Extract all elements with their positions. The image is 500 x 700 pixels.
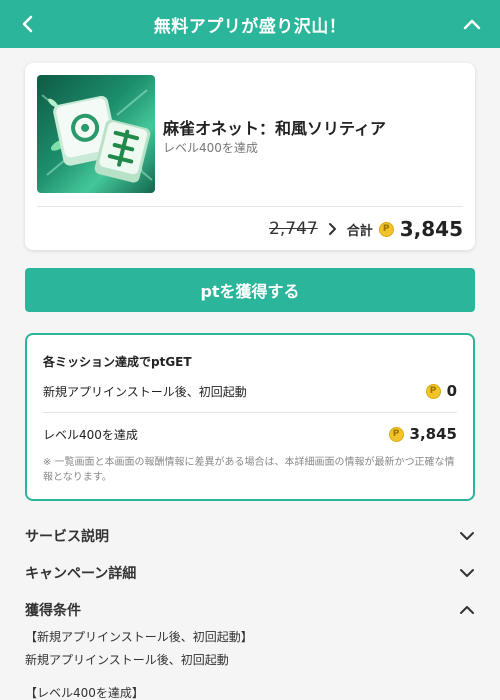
mission-heading: 各ミッション達成でptGET [43, 355, 192, 369]
mahjong-tile-icon [41, 89, 153, 183]
collapse-button[interactable] [456, 8, 488, 40]
app-card[interactable]: 麻雀オネット：和風ソリティア レベル400を達成 2,747 合計 P 3,84… [25, 63, 475, 250]
points-summary: 2,747 合計 P 3,845 [269, 215, 463, 243]
accordion-service-description[interactable]: サービス説明 [25, 524, 475, 548]
mission-points-value: 3,845 [409, 425, 457, 443]
app-thumbnail [37, 75, 155, 193]
divider [43, 412, 457, 413]
condition-heading: 【新規アプリインストール後、初回起動】 [25, 630, 253, 644]
back-button[interactable] [12, 8, 44, 40]
chevron-left-icon [22, 15, 33, 33]
mission-row: 新規アプリインストール後、初回起動 P 0 [43, 379, 457, 403]
mission-label: 新規アプリインストール後、初回起動 [43, 384, 247, 399]
total-points: 3,845 [399, 217, 463, 241]
accordion-label: サービス説明 [25, 529, 109, 545]
divider [37, 206, 463, 207]
mission-points: P 3,845 [388, 425, 457, 443]
chevron-up-icon [460, 606, 474, 614]
old-points: 2,747 [269, 219, 318, 239]
point-coin-icon: P [425, 383, 441, 399]
accordion-label: 獲得条件 [25, 603, 81, 619]
point-coin-icon: P [388, 426, 404, 442]
mission-points: P 0 [425, 382, 457, 400]
chevron-down-icon [460, 532, 474, 540]
accordion-label: キャンペーン詳細 [25, 566, 137, 582]
disclaimer-note: ※ 一覧画面と本画面の報酬情報に差異がある場合は、本詳細画面の情報が最新かつ正確… [43, 457, 455, 483]
condition-text: 新規アプリインストール後、初回起動 [25, 653, 229, 667]
get-points-button[interactable]: ptを獲得する [25, 268, 475, 312]
total-label: 合計 [346, 223, 373, 239]
mission-row: レベル400を達成 P 3,845 [43, 422, 457, 446]
mission-points-value: 0 [446, 382, 457, 400]
point-coin-icon: P [378, 221, 394, 237]
app-subtitle: レベル400を達成 [163, 141, 258, 155]
top-bar: 無料アプリが盛り沢山！ [0, 0, 500, 48]
accordion-acquisition-conditions[interactable]: 獲得条件 [25, 598, 475, 622]
condition-heading: 【レベル400を達成】 [25, 686, 144, 700]
mission-label: レベル400を達成 [43, 427, 138, 442]
chevron-up-icon [463, 19, 481, 30]
chevron-down-icon [460, 569, 474, 577]
arrow-right-icon [328, 222, 337, 236]
mission-box: 各ミッション達成でptGET 新規アプリインストール後、初回起動 P 0 レベル… [25, 333, 475, 501]
accordion-campaign-details[interactable]: キャンペーン詳細 [25, 561, 475, 585]
app-title: 麻雀オネット：和風ソリティア [163, 119, 387, 138]
page-title: 無料アプリが盛り沢山！ [153, 16, 347, 37]
